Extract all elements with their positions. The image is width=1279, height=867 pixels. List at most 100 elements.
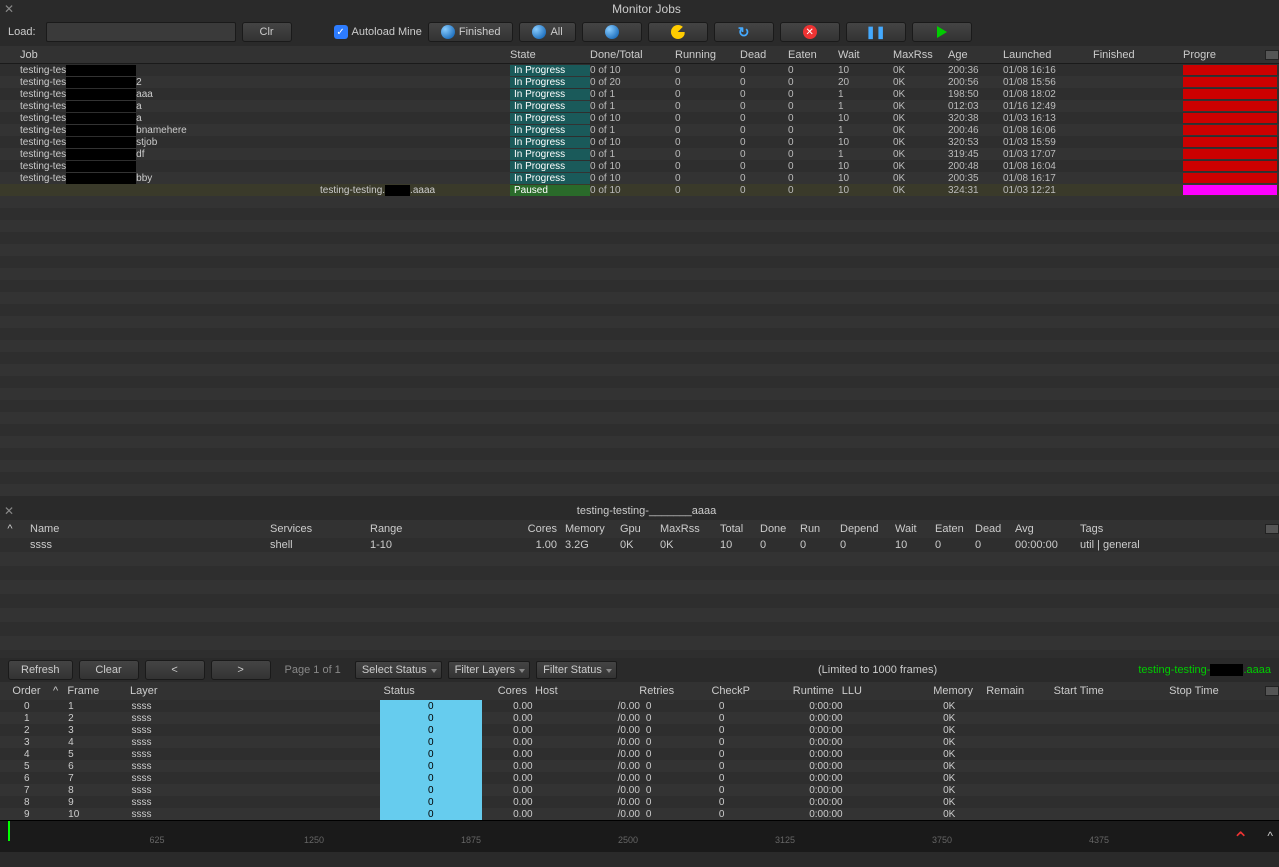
frame-row[interactable]: 23ssss00.00/0.00000:00:000K	[0, 724, 1279, 736]
frame-row[interactable]: 56ssss00.00/0.00000:00:000K	[0, 760, 1279, 772]
col-memory[interactable]: Memory	[933, 685, 986, 697]
job-row[interactable]: testing-tesxxxxxxxxxxxxxxIn Progress0 of…	[0, 64, 1279, 76]
col-runtime[interactable]: Runtime	[769, 685, 842, 697]
autoload-checkbox[interactable]: ✓ Autoload Mine	[334, 25, 422, 39]
frame-row[interactable]: 12ssss00.00/0.00000:00:000K	[0, 712, 1279, 724]
frame-row[interactable]: 01ssss00.00/0.00000:00:000K	[0, 700, 1279, 712]
col-dead[interactable]: Dead	[975, 523, 1015, 535]
col-services[interactable]: Services	[270, 523, 370, 535]
col-stop[interactable]: Stop Time	[1169, 685, 1265, 697]
columns-config-icon[interactable]	[1265, 524, 1279, 534]
job-row[interactable]: testing-tesxxxxxxxxxxxxxx2In Progress0 o…	[0, 76, 1279, 88]
frames-header[interactable]: Order ^ Frame Layer Status Cores Host Re…	[0, 682, 1279, 700]
col-dead[interactable]: Dead	[740, 49, 788, 61]
clear-button[interactable]: Clear	[79, 660, 139, 680]
close-icon[interactable]: ✕	[4, 2, 14, 16]
col-start[interactable]: Start Time	[1054, 685, 1170, 697]
layers-body[interactable]: ssss shell 1-10 1.00 3.2G 0K 0K 10 0 0 0…	[0, 538, 1279, 658]
timeline-expand-icon[interactable]: ^	[1267, 829, 1273, 843]
col-frame[interactable]: Frame	[67, 685, 130, 697]
col-launched[interactable]: Launched	[1003, 49, 1093, 61]
frames-body[interactable]: 01ssss00.00/0.00000:00:000K12ssss00.00/0…	[0, 700, 1279, 820]
col-gpu[interactable]: Gpu	[620, 523, 660, 535]
frame-row[interactable]: 89ssss00.00/0.00000:00:000K	[0, 796, 1279, 808]
col-maxrss[interactable]: MaxRss	[660, 523, 720, 535]
col-cores[interactable]: Cores	[520, 523, 565, 535]
pacman-button[interactable]	[648, 22, 708, 42]
columns-config-icon[interactable]	[1265, 50, 1279, 60]
globe-button[interactable]	[582, 22, 642, 42]
job-row[interactable]: testing-tesxxxxxxxxxxxxxxstjobIn Progres…	[0, 136, 1279, 148]
col-run[interactable]: Run	[800, 523, 840, 535]
job-row[interactable]: testing-tesxxxxxxxxxxxxxxaaaIn Progress0…	[0, 88, 1279, 100]
col-job[interactable]: Job	[0, 49, 510, 61]
frame-row[interactable]: 78ssss00.00/0.00000:00:000K	[0, 784, 1279, 796]
col-range[interactable]: Range	[370, 523, 520, 535]
job-row[interactable]: testing-tesxxxxxxxxxxxxxxaIn Progress0 o…	[0, 100, 1279, 112]
col-done[interactable]: Done	[760, 523, 800, 535]
select-status-dropdown[interactable]: Select Status	[355, 661, 442, 679]
col-memory[interactable]: Memory	[565, 523, 620, 535]
col-done-total[interactable]: Done/Total	[590, 49, 675, 61]
col-age[interactable]: Age	[948, 49, 1003, 61]
filter-status-dropdown[interactable]: Filter Status	[536, 661, 617, 679]
col-layer[interactable]: Layer	[130, 685, 376, 697]
frame-row[interactable]: 67ssss00.00/0.00000:00:000K	[0, 772, 1279, 784]
timeline-marker[interactable]	[8, 821, 10, 841]
job-link[interactable]: testing-testing-xxxxxx.aaaa	[1138, 664, 1271, 676]
col-state[interactable]: State	[510, 49, 590, 61]
play-button[interactable]	[912, 22, 972, 42]
finished-button[interactable]: Finished	[428, 22, 514, 42]
col-checkp[interactable]: CheckP	[711, 685, 769, 697]
retry-button[interactable]: ↻	[714, 22, 774, 42]
col-eaten[interactable]: Eaten	[788, 49, 838, 61]
top-toolbar: Load: Clr ✓ Autoload Mine Finished All ↻…	[0, 18, 1279, 46]
col-tags[interactable]: Tags	[1080, 523, 1230, 535]
clr-button[interactable]: Clr	[242, 22, 292, 42]
col-progress[interactable]: Progre	[1183, 49, 1265, 61]
col-host[interactable]: Host	[535, 685, 639, 697]
job-row[interactable]: testing-testing.xxxxx.aaaaPaused0 of 100…	[0, 184, 1279, 196]
col-maxrss[interactable]: MaxRss	[893, 49, 948, 61]
col-cores[interactable]: Cores	[477, 685, 535, 697]
job-row[interactable]: testing-tesxxxxxxxxxxxxxxbnamehereIn Pro…	[0, 124, 1279, 136]
frame-row[interactable]: 910ssss00.00/0.00000:00:000K	[0, 808, 1279, 820]
col-expand[interactable]: ^	[0, 523, 20, 535]
timeline[interactable]: 625125018752500312537504375 ⌃ ^	[0, 820, 1279, 852]
columns-config-icon[interactable]	[1265, 686, 1279, 696]
layer-row[interactable]: ssss shell 1-10 1.00 3.2G 0K 0K 10 0 0 0…	[0, 538, 1279, 552]
col-retries[interactable]: Retries	[639, 685, 711, 697]
col-avg[interactable]: Avg	[1015, 523, 1080, 535]
col-running[interactable]: Running	[675, 49, 740, 61]
col-depend[interactable]: Depend	[840, 523, 895, 535]
all-button[interactable]: All	[519, 22, 575, 42]
jobs-body[interactable]: testing-tesxxxxxxxxxxxxxxIn Progress0 of…	[0, 64, 1279, 502]
col-sort[interactable]: ^	[53, 685, 67, 697]
pause-button[interactable]: ❚❚	[846, 22, 906, 42]
col-llu[interactable]: LLU	[842, 685, 933, 697]
frame-row[interactable]: 45ssss00.00/0.00000:00:000K	[0, 748, 1279, 760]
filter-layers-dropdown[interactable]: Filter Layers	[448, 661, 531, 679]
col-wait[interactable]: Wait	[838, 49, 893, 61]
col-name[interactable]: Name	[20, 523, 270, 535]
load-input[interactable]	[46, 22, 236, 42]
col-order[interactable]: Order	[0, 685, 53, 697]
jobs-table-header[interactable]: Job State Done/Total Running Dead Eaten …	[0, 46, 1279, 64]
col-wait[interactable]: Wait	[895, 523, 935, 535]
col-remain[interactable]: Remain	[986, 685, 1053, 697]
job-row[interactable]: testing-tesxxxxxxxxxxxxxxaIn Progress0 o…	[0, 112, 1279, 124]
close-icon[interactable]: ✕	[4, 504, 14, 518]
job-row[interactable]: testing-tesxxxxxxxxxxxxxxdfIn Progress0 …	[0, 148, 1279, 160]
job-row[interactable]: testing-tesxxxxxxxxxxxxxxIn Progress0 of…	[0, 160, 1279, 172]
col-total[interactable]: Total	[720, 523, 760, 535]
refresh-button[interactable]: Refresh	[8, 660, 73, 680]
col-finished[interactable]: Finished	[1093, 49, 1183, 61]
next-button[interactable]: >	[211, 660, 271, 680]
kill-button[interactable]: ✕	[780, 22, 840, 42]
frame-row[interactable]: 34ssss00.00/0.00000:00:000K	[0, 736, 1279, 748]
layers-header[interactable]: ^ Name Services Range Cores Memory Gpu M…	[0, 520, 1279, 538]
job-row[interactable]: testing-tesxxxxxxxxxxxxxxbbyIn Progress0…	[0, 172, 1279, 184]
col-eaten[interactable]: Eaten	[935, 523, 975, 535]
col-status[interactable]: Status	[376, 685, 477, 697]
prev-button[interactable]: <	[145, 660, 205, 680]
